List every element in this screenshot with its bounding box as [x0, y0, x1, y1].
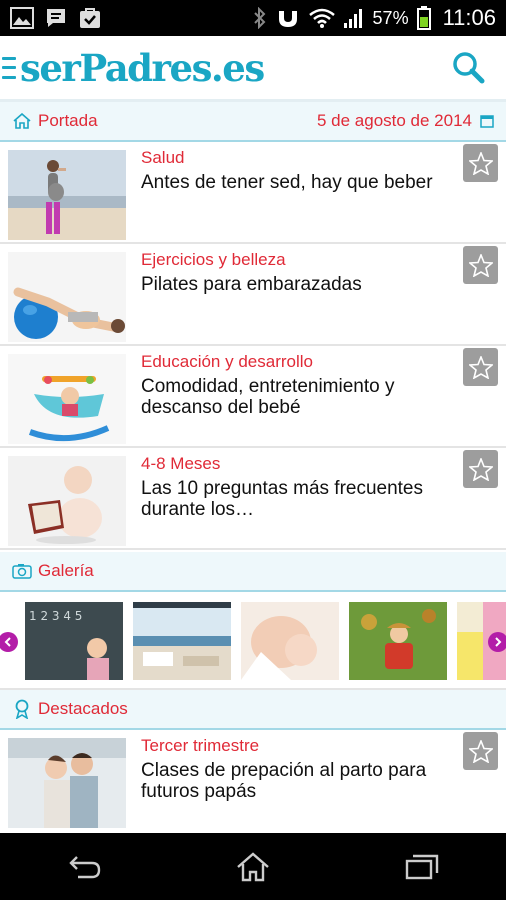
svg-text:1 2 3 4 5: 1 2 3 4 5: [29, 609, 82, 623]
favorite-star-icon[interactable]: [463, 246, 498, 284]
article-category: Salud: [141, 148, 185, 167]
status-bar: 57% 11:06: [0, 0, 506, 36]
wifi-icon: [308, 8, 335, 28]
bluetooth-icon: [253, 7, 265, 29]
camera-icon: [12, 561, 32, 581]
award-ribbon-icon: [12, 699, 32, 719]
article-title[interactable]: Antes de tener sed, hay que beber: [141, 172, 441, 193]
article-item[interactable]: Educación y desarrollo Comodidad, entret…: [0, 346, 506, 448]
article-title[interactable]: Las 10 preguntas más frecuentes durante …: [141, 478, 441, 520]
recent-apps-icon[interactable]: [387, 842, 457, 892]
article-thumbnail-baby-rocker: [8, 354, 126, 444]
favorite-star-icon[interactable]: [463, 348, 498, 386]
home-icon[interactable]: [218, 842, 288, 892]
gallery-chalkboard-girl[interactable]: 1 2 3 4 5: [25, 602, 123, 680]
article-thumbnail-couple-pregnant: [8, 738, 126, 828]
check-bag-icon: [80, 8, 100, 28]
article-item[interactable]: Ejercicios y belleza Pilates para embara…: [0, 244, 506, 346]
article-category: Tercer trimestre: [141, 736, 260, 755]
article-title[interactable]: Clases de prepación al parto para futuro…: [141, 760, 441, 802]
portada-section-header: Portada 5 de agosto de 2014: [0, 102, 506, 142]
featured-article-item[interactable]: Tercer trimestre Clases de prepación al …: [0, 730, 506, 833]
destacados-section-header: Destacados: [0, 690, 506, 730]
search-icon[interactable]: [450, 50, 486, 86]
destacados-title[interactable]: Destacados: [38, 699, 128, 719]
article-item[interactable]: Salud Antes de tener sed, hay que beber: [0, 142, 506, 244]
article-thumbnail-pilates: [8, 252, 126, 342]
app-header: serPadres.es: [0, 36, 506, 102]
galeria-section-header: Galería: [0, 552, 506, 592]
gallery-carousel[interactable]: 1 2 3 4 5: [0, 594, 506, 690]
galeria-title[interactable]: Galería: [38, 561, 94, 581]
battery-icon: [416, 6, 431, 30]
gallery-breastfeeding[interactable]: [241, 602, 339, 680]
gallery-prev-arrow-icon[interactable]: [0, 632, 18, 652]
article-category: Ejercicios y belleza: [141, 250, 286, 269]
image-icon: [10, 7, 34, 29]
home-section-icon: [12, 111, 32, 131]
battery-percent: 57%: [372, 7, 409, 28]
favorite-star-icon[interactable]: [463, 732, 498, 770]
signal-icon: [343, 9, 362, 28]
article-item[interactable]: 4-8 Meses Las 10 preguntas más frecuente…: [0, 448, 506, 550]
gallery-boy-autumn[interactable]: [349, 602, 447, 680]
vibrate-icon: [278, 11, 297, 27]
gallery-next-arrow-icon[interactable]: [488, 632, 506, 652]
article-title[interactable]: Pilates para embarazadas: [141, 274, 441, 295]
article-thumbnail-baby-book: [8, 456, 126, 546]
article-category: Educación y desarrollo: [141, 352, 313, 371]
back-icon[interactable]: [49, 842, 119, 892]
site-logo[interactable]: serPadres.es: [20, 46, 265, 90]
portada-title[interactable]: Portada: [38, 111, 98, 131]
article-category: 4-8 Meses: [141, 454, 221, 473]
favorite-star-icon[interactable]: [463, 144, 498, 182]
calendar-icon[interactable]: [480, 114, 494, 128]
gallery-beach-terrace[interactable]: [133, 602, 231, 680]
hamburger-icon[interactable]: [2, 56, 16, 79]
article-thumbnail-pregnant-drinking: [8, 150, 126, 240]
chat-icon: [47, 9, 65, 27]
portada-date: 5 de agosto de 2014: [316, 111, 472, 130]
favorite-star-icon[interactable]: [463, 450, 498, 488]
article-title[interactable]: Comodidad, entretenimiento y descanso de…: [141, 376, 441, 418]
clock: 11:06: [442, 5, 496, 30]
system-navigation-bar: [0, 833, 506, 900]
